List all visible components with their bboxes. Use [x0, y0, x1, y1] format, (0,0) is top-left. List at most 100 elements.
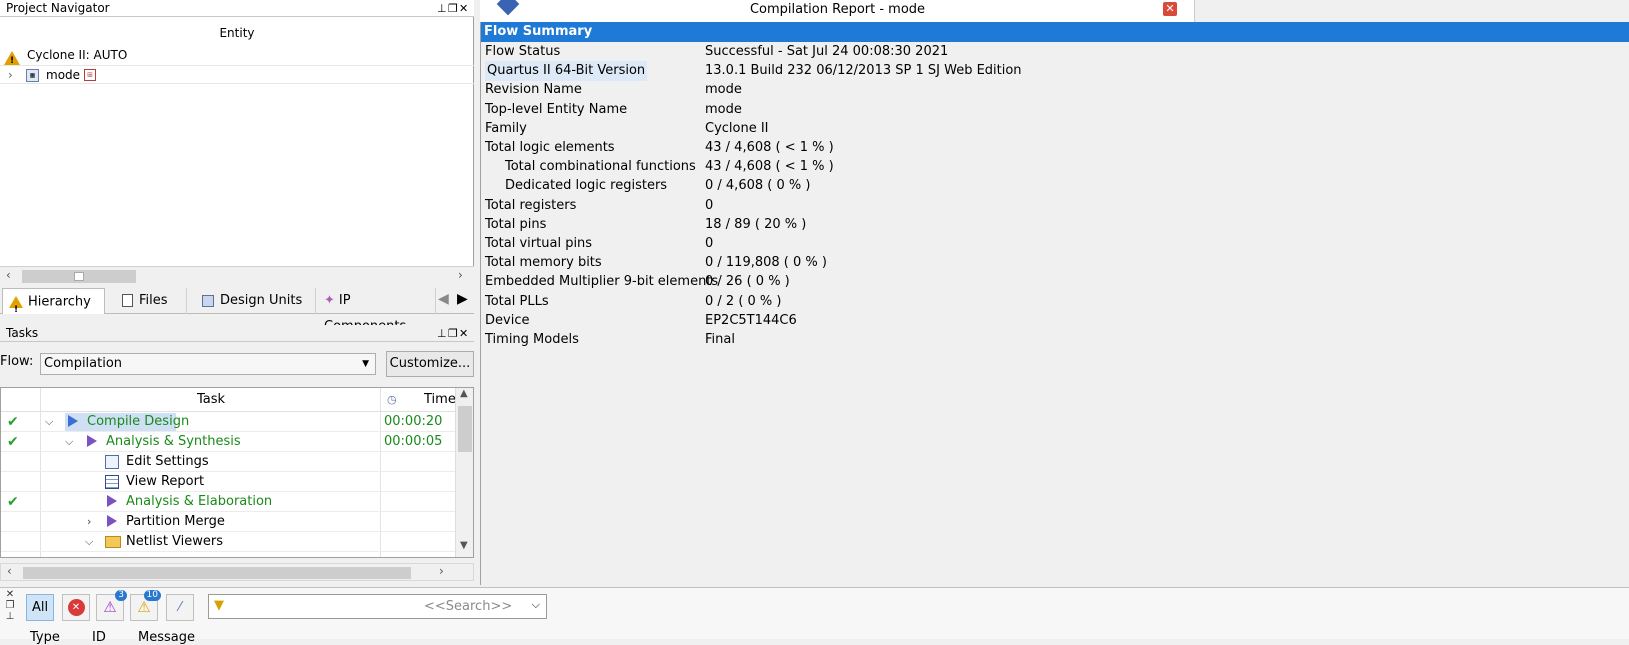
dropdown-arrow-icon[interactable]: ▼: [362, 354, 369, 374]
tab-files[interactable]: Files: [116, 288, 187, 314]
task-row-compile-design[interactable]: ✔ ⌵ Compile Design 00:00:20: [1, 412, 456, 432]
tab-hierarchy[interactable]: Hierarchy: [2, 288, 105, 323]
scroll-up-icon[interactable]: ▲: [460, 388, 468, 399]
suppressed-icon: ⁄: [178, 600, 182, 615]
play-icon[interactable]: [107, 515, 121, 529]
customize-button[interactable]: Customize...: [386, 351, 474, 377]
play-icon[interactable]: [87, 435, 101, 449]
scroll-right-icon[interactable]: ›: [439, 564, 444, 578]
navigator-horizontal-scrollbar[interactable]: ‹ ›: [0, 266, 474, 285]
pin-icon[interactable]: ⊥: [437, 325, 448, 342]
summary-key: Total registers: [485, 197, 577, 213]
chevron-down-icon[interactable]: ⌵: [45, 412, 53, 432]
task-row-partition-merge[interactable]: › Partition Merge: [1, 512, 456, 532]
warning-icon: [9, 289, 23, 323]
message-search-input[interactable]: ▼ <<Search>> ⌵: [208, 594, 547, 619]
task-row-analysis-elaboration[interactable]: ✔ Analysis & Elaboration: [1, 492, 456, 512]
flow-select[interactable]: Compilation ▼: [40, 353, 376, 375]
summary-key: Device: [485, 312, 530, 328]
checkmark-icon: ✔: [7, 414, 19, 430]
summary-key: Total pins: [485, 216, 547, 232]
task-horizontal-scrollbar[interactable]: ‹ ›: [0, 563, 474, 581]
task-label[interactable]: Edit Settings: [126, 452, 209, 472]
entity-column-header[interactable]: Entity: [0, 26, 474, 40]
task-label[interactable]: Analysis & Elaboration: [126, 492, 272, 512]
chevron-right-icon[interactable]: ›: [8, 66, 13, 85]
task-label[interactable]: Analysis & Synthesis: [106, 432, 241, 452]
project-navigator-title-bar: Project Navigator ⊥❐✕: [0, 0, 474, 17]
time-column-header[interactable]: Time: [424, 388, 456, 412]
summary-value: 13.0.1 Build 232 06/12/2013 SP 1 SJ Web …: [705, 63, 1022, 79]
task-table: Task ◷ Time ✔ ⌵ Compile Design 00:00:20 …: [0, 387, 474, 558]
play-icon[interactable]: [107, 495, 121, 509]
chevron-down-icon[interactable]: ⌵: [65, 432, 73, 452]
scroll-left-icon[interactable]: ‹: [7, 564, 12, 578]
flow-value: Compilation: [44, 356, 123, 371]
checkmark-icon: ✔: [7, 434, 19, 450]
task-time: 00:00:20: [384, 414, 443, 429]
summary-value: 0 / 2 ( 0 % ): [705, 293, 782, 309]
task-label[interactable]: Netlist Viewers: [126, 532, 223, 552]
tasks-title: Tasks: [6, 326, 39, 340]
close-icon[interactable]: ✕: [0, 589, 20, 600]
id-column-header[interactable]: ID: [92, 630, 106, 645]
close-icon[interactable]: ✕: [459, 325, 470, 342]
summary-value: 18 / 89 ( 20 % ): [705, 216, 807, 232]
device-row[interactable]: Cyclone II: AUTO: [0, 46, 474, 71]
tasks-title-bar: Tasks ⊥❐✕: [0, 325, 474, 342]
summary-value: 43 / 4,608 ( < 1 % ): [705, 140, 834, 155]
summary-value: 0 / 119,808 ( 0 % ): [705, 255, 827, 271]
task-row-netlist-viewers[interactable]: ⌵ Netlist Viewers: [1, 532, 456, 552]
play-icon[interactable]: [68, 415, 82, 429]
filter-suppressed-button[interactable]: ⁄: [166, 594, 194, 621]
summary-key: Dedicated logic registers: [505, 178, 668, 194]
tab-ip-components[interactable]: ✦IP Components: [318, 288, 436, 334]
task-row-view-report[interactable]: View Report: [1, 472, 456, 492]
filter-all-button[interactable]: All: [26, 594, 54, 621]
scroll-thumb[interactable]: [23, 567, 411, 579]
summary-value: 43 / 4,608 ( < 1 % ): [705, 159, 834, 175]
filter-critical-warnings-button[interactable]: ⚠ 3: [96, 590, 127, 621]
task-label[interactable]: View Report: [126, 472, 204, 492]
close-report-icon[interactable]: ✕: [1163, 2, 1177, 16]
scroll-left-icon[interactable]: ‹: [6, 268, 11, 282]
flow-summary-header: Flow Summary: [481, 22, 1629, 42]
scroll-down-icon[interactable]: ▼: [460, 540, 468, 551]
report-tab[interactable]: Compilation Report - mode ✕: [480, 0, 1195, 22]
tab-scroll-left-icon[interactable]: ◀: [438, 291, 449, 307]
pin-icon[interactable]: ⊥: [437, 0, 448, 17]
scroll-thumb[interactable]: [458, 406, 472, 452]
tab-design-units[interactable]: Design Units: [196, 288, 316, 314]
message-column-header[interactable]: Message: [138, 630, 195, 645]
chevron-down-icon[interactable]: ⌵: [85, 532, 93, 552]
summary-value: 0: [705, 236, 714, 251]
task-column-header[interactable]: Task: [197, 388, 225, 412]
flow-label: Flow:: [0, 354, 34, 369]
task-label[interactable]: Compile Design: [87, 412, 189, 432]
task-row-edit-settings[interactable]: Edit Settings: [1, 452, 456, 472]
chevron-right-icon[interactable]: ›: [87, 512, 91, 532]
type-column-header[interactable]: Type: [30, 630, 60, 645]
files-icon: [122, 294, 133, 307]
panel-window-buttons: ⊥❐✕: [437, 0, 470, 17]
filter-warnings-button[interactable]: ⚠ 10: [130, 590, 161, 621]
filter-errors-button[interactable]: ✕: [62, 594, 90, 621]
scroll-right-icon[interactable]: ›: [458, 268, 463, 282]
tab-scroll-right-icon[interactable]: ▶: [457, 291, 468, 307]
summary-key: Total PLLs: [485, 293, 549, 309]
task-vertical-scrollbar[interactable]: ▲ ▼: [455, 388, 473, 557]
task-row-analysis-synthesis[interactable]: ✔ ⌵ Analysis & Synthesis 00:00:05: [1, 432, 456, 452]
close-icon[interactable]: ✕: [459, 0, 470, 17]
detach-icon[interactable]: ❐: [448, 0, 459, 17]
detach-icon[interactable]: ❐: [0, 600, 20, 611]
scroll-grip-icon[interactable]: [74, 272, 84, 281]
detach-icon[interactable]: ❐: [448, 325, 459, 342]
pin-icon[interactable]: ⊥: [0, 611, 20, 622]
summary-value: Successful - Sat Jul 24 00:08:30 2021: [705, 44, 949, 59]
entity-label: mode: [46, 68, 81, 82]
dropdown-arrow-icon[interactable]: ⌵: [532, 598, 540, 612]
entity-row-mode[interactable]: › ▦ mode ⊞: [0, 65, 474, 84]
summary-key: Total combinational functions: [505, 159, 696, 175]
task-label[interactable]: Partition Merge: [126, 512, 225, 532]
summary-value: 0: [705, 197, 714, 213]
